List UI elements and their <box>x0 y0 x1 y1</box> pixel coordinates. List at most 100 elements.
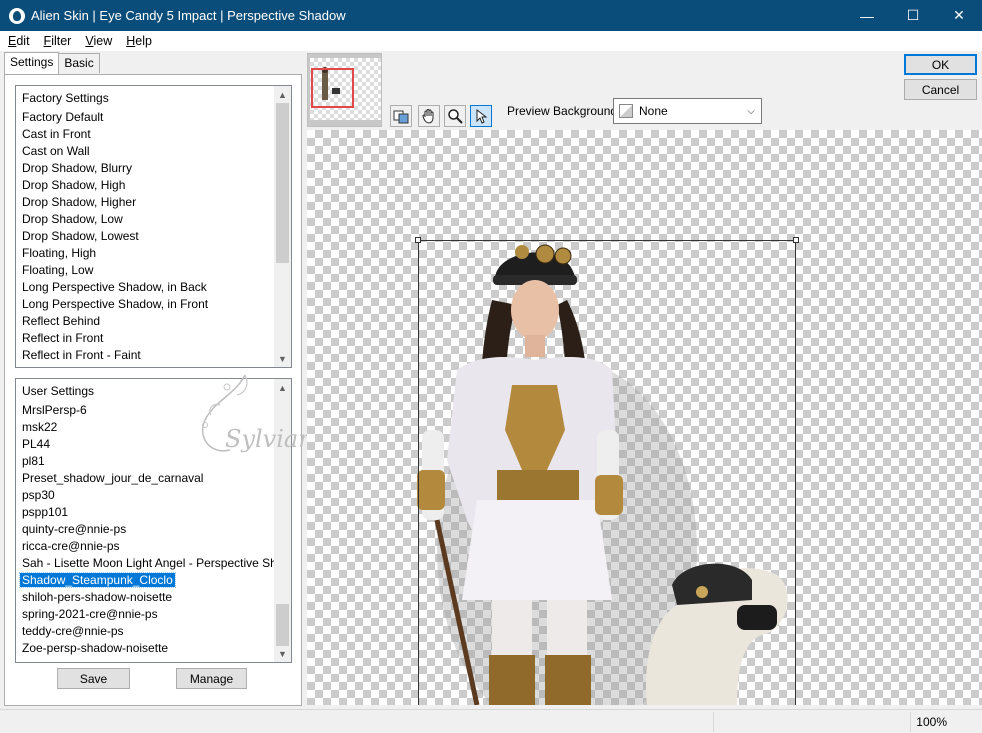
list-item-label: Floating, High <box>22 246 97 260</box>
arrow-pointer-icon[interactable] <box>470 105 492 127</box>
factory-settings-header: Factory Settings <box>22 91 109 105</box>
user-scrollbar[interactable]: ▲ ▼ <box>274 379 291 662</box>
list-item-label: Long Perspective Shadow, in Front <box>22 297 209 311</box>
list-item[interactable]: Floating, High <box>16 245 274 262</box>
list-item[interactable]: Drop Shadow, High <box>16 177 274 194</box>
list-item[interactable]: Sah - Lisette Moon Light Angel - Perspec… <box>16 555 291 572</box>
save-button[interactable]: Save <box>57 668 130 689</box>
preview-canvas[interactable] <box>307 130 982 705</box>
list-item[interactable]: Drop Shadow, Higher <box>16 194 274 211</box>
list-item-label: Zoe-persp-shadow-noisette <box>22 641 169 655</box>
ok-button[interactable]: OK <box>904 54 977 75</box>
list-item-label: psp30 <box>22 488 55 502</box>
minimize-button[interactable]: — <box>844 0 890 31</box>
preview-navigator[interactable] <box>307 53 382 127</box>
viewport-rectangle[interactable] <box>311 68 354 108</box>
list-item-label: Preset_shadow_jour_de_carnaval <box>22 471 204 485</box>
factory-settings-list[interactable]: Factory Settings Factory Default Cast in … <box>15 85 292 368</box>
list-item-label: Long Perspective Shadow, in Back <box>22 280 207 294</box>
scroll-thumb[interactable] <box>276 103 289 263</box>
list-item[interactable]: shiloh-pers-shadow-noisette <box>16 589 274 606</box>
scroll-down-icon[interactable]: ▼ <box>274 350 291 367</box>
resize-handle[interactable] <box>415 237 421 243</box>
list-item-label: Sah - Lisette Moon Light Angel - Perspec… <box>22 556 292 570</box>
list-item[interactable]: Reflect Behind <box>16 313 274 330</box>
scroll-up-icon[interactable]: ▲ <box>274 86 291 103</box>
title-bar: Alien Skin | Eye Candy 5 Impact | Perspe… <box>0 0 982 31</box>
list-item[interactable]: Drop Shadow, Blurry <box>16 160 274 177</box>
list-item[interactable]: Cast on Wall <box>16 143 274 160</box>
list-item[interactable]: MrslPersp-6 <box>16 402 274 419</box>
zoom-level: 100% <box>916 715 947 729</box>
list-item-label: Drop Shadow, High <box>22 178 126 192</box>
list-item-label: teddy-cre@nnie-ps <box>22 624 124 638</box>
list-item-label: Drop Shadow, Blurry <box>22 161 133 175</box>
list-item-label: Drop Shadow, Higher <box>22 195 137 209</box>
list-item[interactable]: psp30 <box>16 487 274 504</box>
list-item-label: Reflect Behind <box>22 314 101 328</box>
list-item[interactable]: teddy-cre@nnie-ps <box>16 623 274 640</box>
menu-filter[interactable]: Filter <box>37 34 79 48</box>
list-item-label: Floating, Low <box>22 263 94 277</box>
list-item[interactable]: spring-2021-cre@nnie-ps <box>16 606 274 623</box>
menu-bar: Edit Filter View Help <box>0 31 982 51</box>
list-item-label: spring-2021-cre@nnie-ps <box>22 607 158 621</box>
scroll-thumb[interactable] <box>276 604 289 646</box>
list-item[interactable]: Long Perspective Shadow, in Front <box>16 296 274 313</box>
list-item-label: Drop Shadow, Lowest <box>22 229 139 243</box>
list-item-label: pl81 <box>22 454 45 468</box>
zoom-icon[interactable] <box>444 105 466 127</box>
status-divider <box>713 712 714 732</box>
list-item-label: Reflect in Front - Faint <box>22 348 141 362</box>
scroll-up-icon[interactable]: ▲ <box>274 379 291 396</box>
list-item[interactable]: Cast in Front <box>16 126 274 143</box>
window-title: Alien Skin | Eye Candy 5 Impact | Perspe… <box>31 8 346 23</box>
tab-settings[interactable]: Settings <box>4 52 60 74</box>
list-item[interactable]: Long Perspective Shadow, in Back <box>16 279 274 296</box>
preview-background-value: None <box>639 104 668 118</box>
scroll-down-icon[interactable]: ▼ <box>274 645 291 662</box>
status-divider <box>910 712 911 732</box>
preview-toggle-icon[interactable] <box>390 105 412 127</box>
list-item-label: MrslPersp-6 <box>22 403 87 417</box>
status-bar: 100% <box>0 709 982 733</box>
resize-handle[interactable] <box>793 237 799 243</box>
factory-scrollbar[interactable]: ▲ ▼ <box>274 86 291 367</box>
list-item[interactable]: Preset_shadow_jour_de_carnaval <box>16 470 274 487</box>
list-item[interactable]: Factory Default <box>16 109 274 126</box>
app-icon <box>9 7 25 24</box>
menu-help[interactable]: Help <box>119 34 159 48</box>
tab-basic[interactable]: Basic <box>58 53 100 73</box>
preview-background-label: Preview Background: <box>507 104 621 118</box>
list-item[interactable]: pspp101 <box>16 504 274 521</box>
list-item[interactable]: Shadow_Steampunk_Cloclo <box>16 572 274 589</box>
settings-tabs: Settings Basic <box>4 52 100 74</box>
close-button[interactable]: ✕ <box>936 0 982 31</box>
user-settings-list[interactable]: User Settings MrslPersp-6 msk22 PL44 pl81 Pr… <box>15 378 292 663</box>
list-item[interactable]: Zoe-persp-shadow-noisette <box>16 640 274 657</box>
list-item[interactable]: Reflect in Front <box>16 330 274 347</box>
list-item[interactable]: Drop Shadow, Low <box>16 211 274 228</box>
preview-background-dropdown[interactable]: None ⌵ <box>613 98 762 124</box>
list-item[interactable]: Drop Shadow, Lowest <box>16 228 274 245</box>
navigator-thumbnail <box>310 58 381 120</box>
list-item-label: ricca-cre@nnie-ps <box>22 539 120 553</box>
list-item-label: Reflect in Front <box>22 331 104 345</box>
manage-button[interactable]: Manage <box>176 668 247 689</box>
list-item-label: Drop Shadow, Low <box>22 212 123 226</box>
list-item[interactable]: Floating, Low <box>16 262 274 279</box>
list-item[interactable]: msk22 <box>16 419 274 436</box>
list-item[interactable]: Reflect in Front - Faint <box>16 347 274 364</box>
list-item-label: Factory Default <box>22 110 104 124</box>
list-item[interactable]: pl81 <box>16 453 274 470</box>
list-item[interactable]: ricca-cre@nnie-ps <box>16 538 274 555</box>
menu-edit[interactable]: Edit <box>0 34 37 48</box>
hand-icon[interactable] <box>418 105 440 127</box>
list-item[interactable]: quinty-cre@nnie-ps <box>16 521 274 538</box>
effect-bounding-box[interactable] <box>415 237 799 705</box>
user-settings-header: User Settings <box>22 384 95 398</box>
list-item[interactable]: PL44 <box>16 436 274 453</box>
maximize-button[interactable]: ☐ <box>890 0 936 31</box>
menu-view[interactable]: View <box>78 34 119 48</box>
cancel-button[interactable]: Cancel <box>904 79 977 100</box>
